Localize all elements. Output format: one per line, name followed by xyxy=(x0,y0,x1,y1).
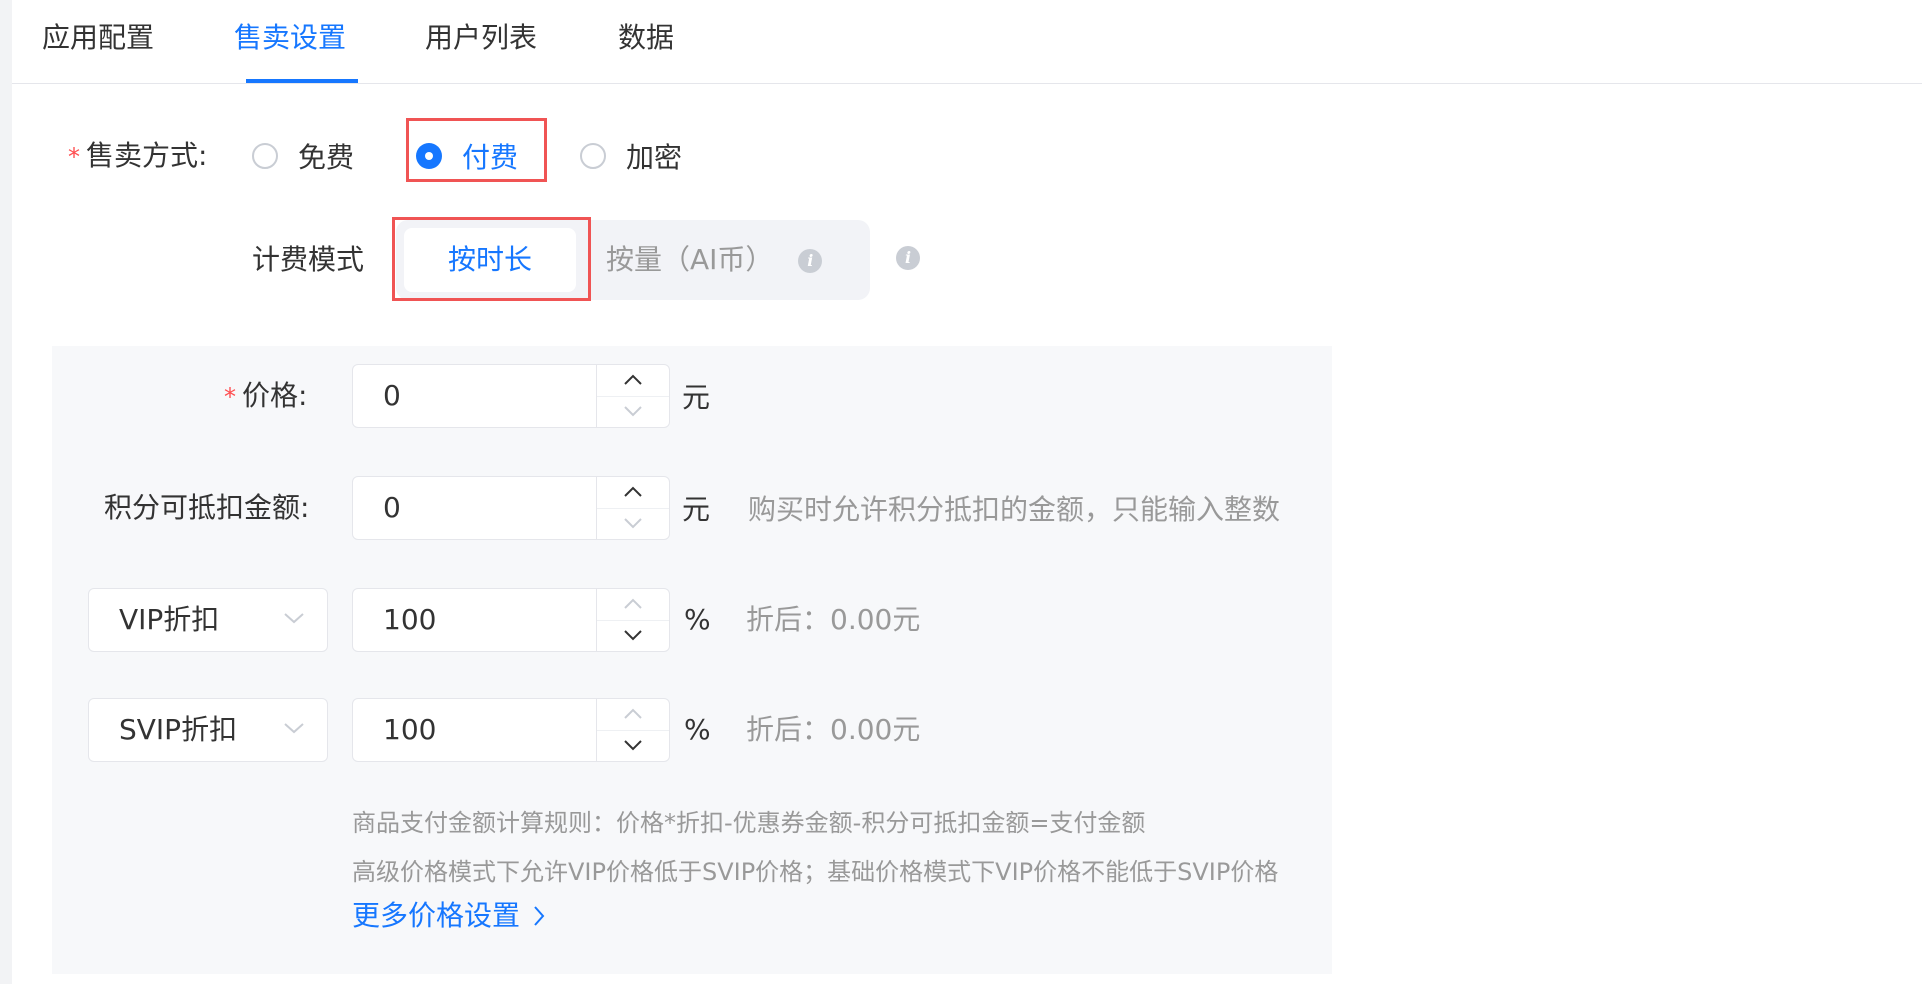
vip-discount-select[interactable]: VIP折扣 xyxy=(88,588,328,652)
chevron-up-icon xyxy=(624,486,642,497)
radio-free-circle[interactable] xyxy=(252,143,278,169)
svip-discount-unit: % xyxy=(684,713,711,746)
vip-discount-value: 100 xyxy=(383,603,437,636)
billing-option-duration[interactable]: 按时长 xyxy=(404,228,576,292)
vip-discount-increment[interactable] xyxy=(597,589,669,621)
points-deduct-increment[interactable] xyxy=(597,477,669,509)
points-deduct-value: 0 xyxy=(383,491,401,524)
price-value: 0 xyxy=(383,379,401,412)
price-label: * 价格: xyxy=(224,376,307,417)
svip-discount-select[interactable]: SVIP折扣 xyxy=(88,698,328,762)
vip-discount-unit: % xyxy=(684,603,711,636)
chevron-down-icon xyxy=(624,630,642,641)
billing-mode-label: 计费模式 xyxy=(252,243,365,276)
chevron-down-icon xyxy=(624,406,642,417)
tab-data[interactable]: 数据 xyxy=(618,18,674,62)
price-increment[interactable] xyxy=(597,365,669,397)
tab-app-config[interactable]: 应用配置 xyxy=(42,18,154,62)
tab-bar: 应用配置 售卖设置 用户列表 数据 xyxy=(12,0,1922,84)
vip-discount-input[interactable]: 100 xyxy=(352,588,670,652)
billing-info-icon[interactable]: i xyxy=(896,246,920,270)
price-rule-line-1: 商品支付金额计算规则：价格*折扣-优惠券金额-积分可抵扣金额=支付金额 xyxy=(352,809,1146,837)
svip-discount-input[interactable]: 100 xyxy=(352,698,670,762)
chevron-up-icon xyxy=(624,598,642,609)
vip-discount-decrement[interactable] xyxy=(597,620,669,651)
billing-option-usage-label: 按量（AI币） xyxy=(606,243,774,276)
price-stepper xyxy=(596,365,669,427)
price-input[interactable]: 0 xyxy=(352,364,670,428)
tab-user-list[interactable]: 用户列表 xyxy=(425,18,537,62)
radio-encrypted-circle[interactable] xyxy=(580,143,606,169)
left-gutter xyxy=(0,0,12,984)
svip-discount-selected: SVIP折扣 xyxy=(119,713,238,746)
price-rule-line-2: 高级价格模式下允许VIP价格低于SVIP价格；基础价格模式下VIP价格不能低于S… xyxy=(352,858,1279,886)
vip-discount-selected: VIP折扣 xyxy=(119,603,220,636)
svip-discount-decrement[interactable] xyxy=(597,730,669,761)
more-price-settings-link[interactable]: 更多价格设置 xyxy=(352,896,546,936)
points-deduct-hint: 购买时允许积分抵扣的金额，只能输入整数 xyxy=(748,493,1281,526)
radio-encrypted[interactable]: 加密 xyxy=(580,136,682,176)
sale-mode-label: * 售卖方式: xyxy=(68,136,207,177)
price-decrement[interactable] xyxy=(597,396,669,427)
active-tab-underline xyxy=(246,79,358,83)
radio-encrypted-label: 加密 xyxy=(626,141,683,174)
vip-discount-stepper xyxy=(596,589,669,651)
sale-mode-label-text: 售卖方式: xyxy=(86,139,208,172)
radio-free[interactable]: 免费 xyxy=(252,136,354,176)
points-deduct-decrement[interactable] xyxy=(597,508,669,539)
chevron-down-icon xyxy=(284,613,304,624)
price-unit: 元 xyxy=(682,381,711,414)
points-deduct-stepper xyxy=(596,477,669,539)
radio-free-label: 免费 xyxy=(298,141,355,174)
chevron-up-icon xyxy=(624,374,642,385)
radio-paid-label: 付费 xyxy=(462,141,519,174)
points-deduct-label: 积分可抵扣金额: xyxy=(104,491,310,524)
required-star: * xyxy=(68,143,80,171)
billing-mode-segmented: 按时长 按量（AI币） i xyxy=(396,220,870,300)
required-star: * xyxy=(224,383,236,411)
svip-discount-increment[interactable] xyxy=(597,699,669,731)
price-label-text: 价格: xyxy=(242,379,308,412)
svip-discount-value: 100 xyxy=(383,713,437,746)
billing-option-usage[interactable]: 按量（AI币） i xyxy=(586,228,856,292)
radio-paid-circle[interactable] xyxy=(416,143,442,169)
chevron-up-icon xyxy=(624,708,642,719)
svip-discount-after: 折后：0.00元 xyxy=(746,713,921,746)
svip-discount-stepper xyxy=(596,699,669,761)
chevron-down-icon xyxy=(624,518,642,529)
points-deduct-input[interactable]: 0 xyxy=(352,476,670,540)
vip-discount-after: 折后：0.00元 xyxy=(746,603,921,636)
page: 应用配置 售卖设置 用户列表 数据 * 售卖方式: 免费 付费 加密 计费模式 按… xyxy=(0,0,1922,984)
info-icon[interactable]: i xyxy=(798,249,823,273)
radio-paid[interactable]: 付费 xyxy=(416,136,518,176)
more-price-settings-label: 更多价格设置 xyxy=(352,899,521,932)
chevron-down-icon xyxy=(624,740,642,751)
tab-sale-settings[interactable]: 售卖设置 xyxy=(234,18,346,62)
points-deduct-unit: 元 xyxy=(682,493,711,526)
chevron-right-icon xyxy=(534,906,545,926)
chevron-down-icon xyxy=(284,723,304,734)
